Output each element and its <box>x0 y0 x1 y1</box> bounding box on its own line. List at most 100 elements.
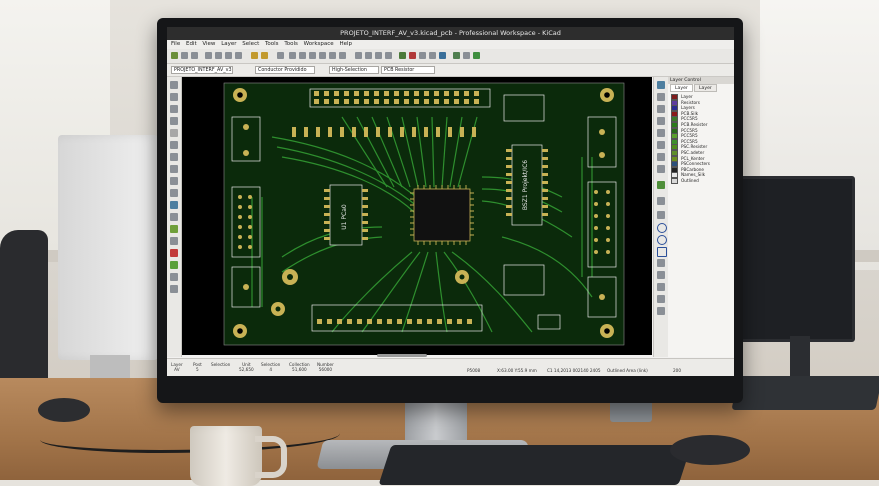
resistor-select[interactable]: PCB Resistor <box>381 66 435 74</box>
route-diff-icon[interactable] <box>657 141 665 149</box>
layer-row[interactable]: Layer <box>671 94 693 100</box>
origin-icon[interactable] <box>657 295 665 303</box>
layer-row[interactable]: PBCarbone <box>671 166 704 173</box>
add-via-icon[interactable] <box>657 165 665 173</box>
menu-help[interactable]: Help <box>339 41 352 47</box>
cursor-icon[interactable] <box>170 129 178 137</box>
layer-row[interactable]: Names_Silk <box>671 172 705 179</box>
contrast-icon[interactable] <box>170 165 178 173</box>
layer-row[interactable]: PCC5R5 <box>671 127 698 134</box>
footprint-browser-icon[interactable] <box>429 52 436 59</box>
undo-icon[interactable] <box>251 52 258 59</box>
zoom-object-icon[interactable] <box>329 52 336 59</box>
arc-icon[interactable] <box>657 235 667 245</box>
status-bar: Layer AV Post 5 Selection Unit 52,650 Selection… <box>167 358 734 376</box>
rotate-ccw-icon[interactable] <box>355 52 362 59</box>
ratsnest-icon[interactable] <box>170 141 178 149</box>
footprint-icon[interactable] <box>170 225 178 233</box>
inspect-icon[interactable] <box>657 105 665 113</box>
layer-row[interactable]: PCL_Kenter <box>671 155 705 162</box>
plot-icon[interactable] <box>225 52 232 59</box>
tune-icon[interactable] <box>657 153 665 161</box>
new-board-icon[interactable] <box>171 52 178 59</box>
scripting-icon[interactable] <box>463 52 470 59</box>
project-select[interactable]: PROJETO_INTERF_AV_v3 <box>171 66 233 74</box>
pcb-canvas[interactable]: U1 PCa0 BSZ1 Projekt/IC6 <box>182 77 652 355</box>
layer-row[interactable]: Layers <box>671 105 695 112</box>
units-icon[interactable] <box>170 117 178 125</box>
zoom-in-icon[interactable] <box>299 52 306 59</box>
add-footprint-icon[interactable] <box>657 129 665 137</box>
polygon-icon[interactable] <box>657 259 665 267</box>
redo-icon[interactable] <box>261 52 268 59</box>
layer-row[interactable]: Resistors <box>671 99 700 106</box>
layer-row[interactable]: PCB.Resister <box>671 122 707 128</box>
text-tool-icon[interactable] <box>657 271 665 279</box>
selection-filter-select[interactable]: High-Selection <box>329 66 379 74</box>
update-pcb-icon[interactable] <box>439 52 446 59</box>
delete-icon[interactable] <box>170 249 178 257</box>
rectangle-icon[interactable] <box>657 247 667 257</box>
settings-icon[interactable] <box>205 52 212 59</box>
refresh-icon[interactable] <box>289 52 296 59</box>
outline-icon[interactable] <box>170 153 178 161</box>
zoom-out-icon[interactable] <box>309 52 316 59</box>
save-icon[interactable] <box>191 52 198 59</box>
menu-layer[interactable]: Layer <box>221 41 236 47</box>
menu-workspace[interactable]: Workspace <box>304 41 334 47</box>
schematic-icon[interactable] <box>453 52 460 59</box>
menu-view[interactable]: View <box>202 41 215 47</box>
layer-row[interactable]: PCC5R5 <box>671 138 698 145</box>
circle-icon[interactable] <box>657 223 667 233</box>
route-icon[interactable] <box>657 81 665 89</box>
layer-select[interactable]: Conductor Providido <box>255 66 315 74</box>
menu-tools[interactable]: Tools <box>265 41 279 47</box>
layer-row[interactable]: PSConnecters <box>671 161 710 168</box>
tab-layers[interactable]: Layer <box>670 84 693 92</box>
local-ratsnest-icon[interactable] <box>657 117 665 125</box>
menu-tools-2[interactable]: Tools <box>284 41 298 47</box>
polar-icon[interactable] <box>170 105 178 113</box>
grid-icon[interactable] <box>170 93 178 101</box>
layer-row[interactable]: PSC.adeter <box>671 150 704 156</box>
pad-icon[interactable] <box>170 213 178 221</box>
layer-row[interactable]: PCC5R5 <box>671 133 698 140</box>
search-icon[interactable] <box>277 52 284 59</box>
save-as-icon[interactable] <box>235 52 242 59</box>
grid-origin-icon[interactable] <box>657 307 665 315</box>
via-icon[interactable] <box>170 189 178 197</box>
drc-icon[interactable] <box>409 52 416 59</box>
menu-file[interactable]: File <box>171 41 180 47</box>
select-icon[interactable] <box>170 81 178 89</box>
print-icon[interactable] <box>215 52 222 59</box>
menu-select[interactable]: Select <box>242 41 259 47</box>
layer-color-swatch[interactable] <box>671 178 678 184</box>
mirror-icon[interactable] <box>375 52 382 59</box>
measure-icon[interactable] <box>170 273 178 281</box>
horizontal-scrollbar[interactable] <box>377 354 427 357</box>
text-icon[interactable] <box>170 237 178 245</box>
zone-icon[interactable] <box>170 201 178 209</box>
layer-row[interactable]: PCB.Silk <box>671 110 698 117</box>
tab-objects[interactable]: Layer <box>694 84 717 92</box>
netlist-icon[interactable] <box>399 52 406 59</box>
open-icon[interactable] <box>181 52 188 59</box>
3d-icon[interactable] <box>170 285 178 293</box>
layer-row[interactable]: PCC5R5 <box>671 116 698 123</box>
zoom-fit-icon[interactable] <box>319 52 326 59</box>
dimension-icon[interactable] <box>657 283 665 291</box>
flip-icon[interactable] <box>385 52 392 59</box>
layer-row[interactable]: PSC.Resister <box>671 144 707 151</box>
layer-row[interactable]: Outlined <box>671 178 699 184</box>
menu-edit[interactable]: Edit <box>186 41 197 47</box>
add-zone-icon[interactable] <box>657 181 665 189</box>
add-icon[interactable] <box>170 261 178 269</box>
rotate-cw-icon[interactable] <box>365 52 372 59</box>
add-rule-icon[interactable] <box>657 197 665 205</box>
zoom-selection-icon[interactable] <box>339 52 346 59</box>
3d-viewer-icon[interactable] <box>473 52 480 59</box>
track-icon[interactable] <box>170 177 178 185</box>
line-icon[interactable] <box>657 211 665 219</box>
close-icon[interactable] <box>657 93 665 101</box>
footprint-editor-icon[interactable] <box>419 52 426 59</box>
